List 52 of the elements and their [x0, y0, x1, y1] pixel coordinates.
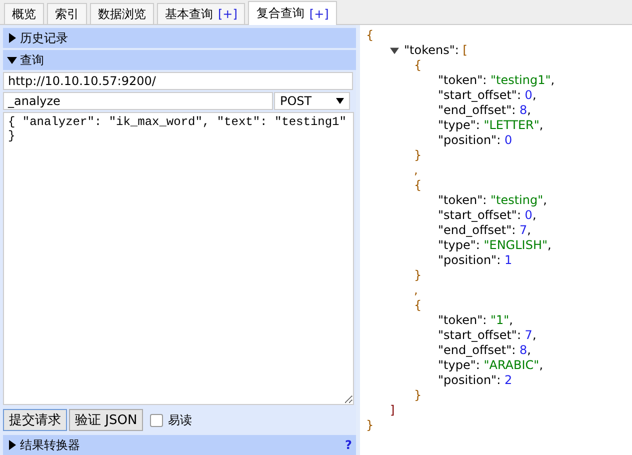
json-line: "type": "LETTER",	[438, 118, 544, 133]
json-brace: }	[414, 268, 422, 283]
json-bracket: ]	[390, 403, 395, 418]
section-title: 查询	[20, 52, 45, 68]
json-line: "type": "ARABIC",	[438, 358, 544, 373]
toggle-icon[interactable]	[7, 55, 17, 65]
section-header[interactable]: 结果转换器 ?	[3, 435, 356, 455]
json-brace: }	[414, 388, 422, 403]
json-brace: {	[414, 58, 422, 73]
caret-icon	[336, 98, 344, 104]
json-line: "position": 0	[438, 133, 512, 148]
tab[interactable]: 数据浏览	[90, 3, 154, 24]
json-separator: ,	[414, 283, 418, 298]
toggle-icon[interactable]	[7, 33, 17, 43]
section-title: 结果转换器	[20, 436, 81, 454]
json-line: "token": "testing1",	[438, 73, 555, 88]
submit-button[interactable]: 提交请求	[3, 409, 67, 431]
json-line: "position": 1	[438, 253, 512, 268]
tab[interactable]: 索引	[47, 3, 87, 24]
collapse-icon[interactable]	[390, 46, 399, 55]
json-line: "end_offset": 8,	[438, 103, 531, 118]
json-brace: }	[366, 418, 374, 433]
section-header[interactable]: 历史记录	[3, 28, 356, 48]
json-line: "end_offset": 8,	[438, 343, 531, 358]
help-link[interactable]: ?	[345, 438, 352, 452]
path-field[interactable]: _analyze	[3, 92, 273, 110]
section-header[interactable]: 查询	[3, 50, 356, 70]
tab[interactable]: 复合查询 [+]	[248, 1, 337, 25]
request-body-field[interactable]: { "analyzer": "ik_max_word", "text": "testing1" }	[3, 112, 354, 405]
json-brace: {	[414, 178, 422, 193]
toggle-icon[interactable]	[7, 440, 17, 450]
json-line: "token": "testing",	[438, 193, 547, 208]
validate-button[interactable]: 验证 JSON	[69, 409, 144, 431]
json-line: "start_offset": 0,	[438, 208, 536, 223]
json-separator: ,	[414, 163, 418, 178]
url-field[interactable]: http://10.10.10.57:9200/	[3, 72, 353, 90]
json-brace: {	[414, 298, 422, 313]
json-line: "tokens": [	[404, 43, 468, 58]
json-line: "token": "1",	[438, 313, 513, 328]
json-brace: {	[366, 28, 374, 43]
checkbox-label: 易读	[168, 412, 192, 428]
json-line: "end_offset": 7,	[438, 223, 531, 238]
json-line: "start_offset": 7,	[438, 328, 536, 343]
json-line: "type": "ENGLISH",	[438, 238, 552, 253]
checkbox[interactable]	[150, 414, 164, 426]
method-select[interactable]: POST	[274, 92, 350, 110]
section-title: 历史记录	[20, 30, 69, 46]
tab[interactable]: 基本查询 [+]	[157, 3, 246, 24]
json-line: "start_offset": 0,	[438, 88, 536, 103]
tab[interactable]: 概览	[4, 3, 44, 24]
json-brace: }	[414, 148, 422, 163]
json-line: "position": 2	[438, 373, 512, 388]
